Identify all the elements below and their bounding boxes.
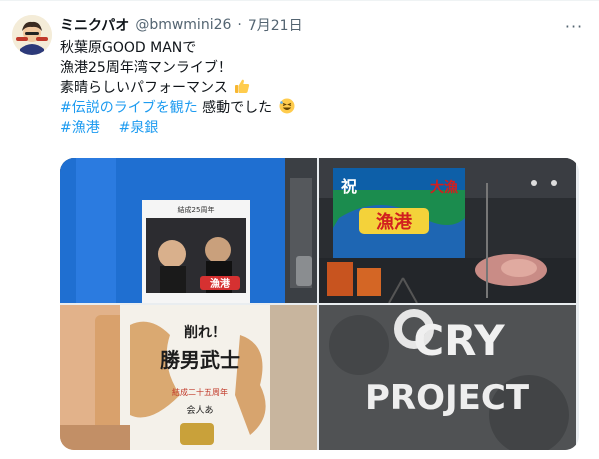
sign-line2: PROJECT: [365, 378, 530, 418]
tweet-line: 漁港25周年湾マンライブ！: [60, 58, 580, 78]
tweet-line: #漁港 #泉銀: [60, 118, 580, 138]
thumbs-up-icon: [235, 79, 250, 93]
poster-header: 結成25周年: [178, 205, 215, 214]
photo-stage-image: 漁港 大漁 祝: [319, 158, 576, 303]
tweet-line: 素晴らしいパフォーマンス: [60, 78, 580, 98]
user-handle[interactable]: @bmwmini26: [135, 17, 231, 33]
banner-logo: 漁港: [376, 211, 413, 233]
hashtag-link[interactable]: #泉銀: [119, 120, 159, 136]
more-options-button[interactable]: ···: [563, 15, 585, 37]
photo-package-image: 削れ！ 勝男武士 結成二十五周年 会人あ: [60, 305, 317, 450]
hashtag-link[interactable]: #漁港: [60, 120, 100, 136]
more-icon: ···: [564, 16, 584, 36]
hashtag-link[interactable]: #伝説のライブを観た: [60, 100, 198, 116]
photo-1[interactable]: 漁港 結成25周年: [60, 158, 317, 303]
poster-logo: 漁港: [210, 277, 231, 290]
package-small: 会人あ: [186, 404, 213, 416]
tweet: ミニクパオ @bmwmini26 · 7月21日 ··· 秋葉原GOOD MAN…: [0, 0, 599, 459]
tweet-line: #伝説のライブを観た 感動でした: [60, 98, 580, 118]
tweet-line: 秋葉原GOOD MANで: [60, 38, 580, 58]
tweet-date[interactable]: 7月21日: [248, 15, 303, 35]
sign-line1: CRY: [413, 316, 505, 365]
tweet-line-text: 漁港25周年湾マンライブ！: [60, 60, 232, 76]
tweet-line-text: 素晴らしいパフォーマンス: [60, 80, 228, 96]
tweet-line-text: 感動でした: [197, 100, 273, 116]
tweet-header: ミニクパオ @bmwmini26 · 7月21日: [60, 15, 303, 35]
photo-poster-image: 漁港 結成25周年: [60, 158, 317, 303]
photo-4[interactable]: CRY PROJECT: [319, 305, 576, 450]
tweet-text: 秋葉原GOOD MANで 漁港25周年湾マンライブ！ 素晴らしいパフォーマンス …: [60, 38, 580, 138]
photo-sign-image: CRY PROJECT: [319, 305, 576, 450]
photo-3[interactable]: 削れ！ 勝男武士 結成二十五周年 会人あ: [60, 305, 317, 450]
display-name[interactable]: ミニクパオ: [60, 15, 129, 35]
package-main: 勝男武士: [160, 348, 240, 372]
avatar[interactable]: [12, 15, 52, 55]
grinning-squint-face-icon: [279, 98, 295, 114]
separator: ·: [237, 17, 242, 33]
banner-left-text: 祝: [341, 177, 357, 196]
banner-big-text: 大漁: [430, 179, 458, 196]
photo-2[interactable]: 漁港 大漁 祝: [319, 158, 576, 303]
package-text: 削れ！: [184, 324, 226, 341]
tweet-line-text: 秋葉原GOOD MANで: [60, 40, 197, 56]
package-side: 結成二十五周年: [172, 387, 228, 397]
avatar-illustration: [12, 15, 52, 55]
media-grid: 漁港 結成25周年 漁港 大漁 祝 削れ！ 勝男武士 結成二十五周年 会人あ C…: [60, 158, 579, 450]
